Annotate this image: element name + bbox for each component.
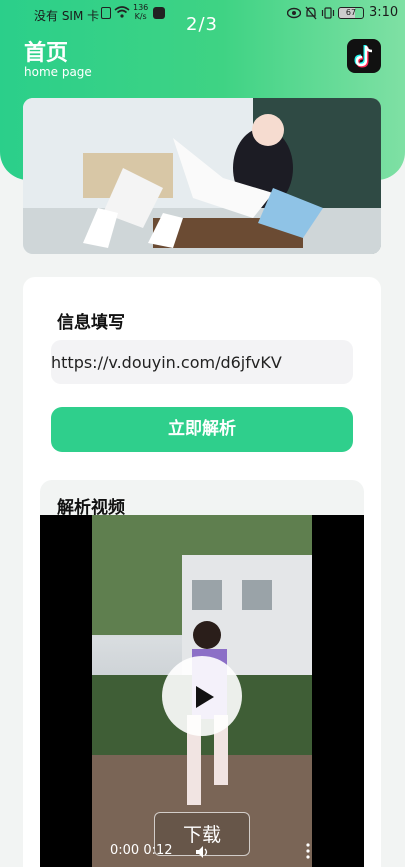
message-icon bbox=[153, 7, 165, 19]
more-icon[interactable] bbox=[306, 843, 310, 859]
info-section-title: 信息填写 bbox=[57, 313, 125, 333]
bell-off-icon bbox=[305, 6, 317, 20]
parse-button[interactable]: 立即解析 bbox=[51, 407, 353, 452]
url-input[interactable] bbox=[51, 340, 353, 384]
vibrate-icon bbox=[321, 7, 335, 19]
volume-icon[interactable] bbox=[195, 845, 211, 859]
speed-value: 136 bbox=[133, 3, 149, 12]
clock: 3:10 bbox=[369, 5, 399, 20]
carrier-text: 没有 SIM 卡 bbox=[34, 9, 100, 23]
page-indicator: 2/3 bbox=[186, 14, 218, 35]
video-time: 0:00 0:12 bbox=[110, 843, 173, 858]
network-speed: 136 K/s bbox=[133, 3, 148, 21]
play-icon bbox=[196, 686, 214, 708]
speed-unit: K/s bbox=[134, 12, 147, 21]
eye-icon bbox=[287, 7, 301, 19]
banner-image[interactable] bbox=[23, 98, 381, 254]
page-subtitle: home page bbox=[24, 65, 92, 79]
page-title: 首页 bbox=[24, 41, 69, 66]
battery-icon: 67 bbox=[338, 7, 364, 19]
wifi-icon bbox=[114, 6, 130, 18]
sim-icon bbox=[101, 7, 111, 19]
tiktok-icon[interactable] bbox=[347, 39, 381, 73]
anime-illustration bbox=[23, 98, 381, 254]
